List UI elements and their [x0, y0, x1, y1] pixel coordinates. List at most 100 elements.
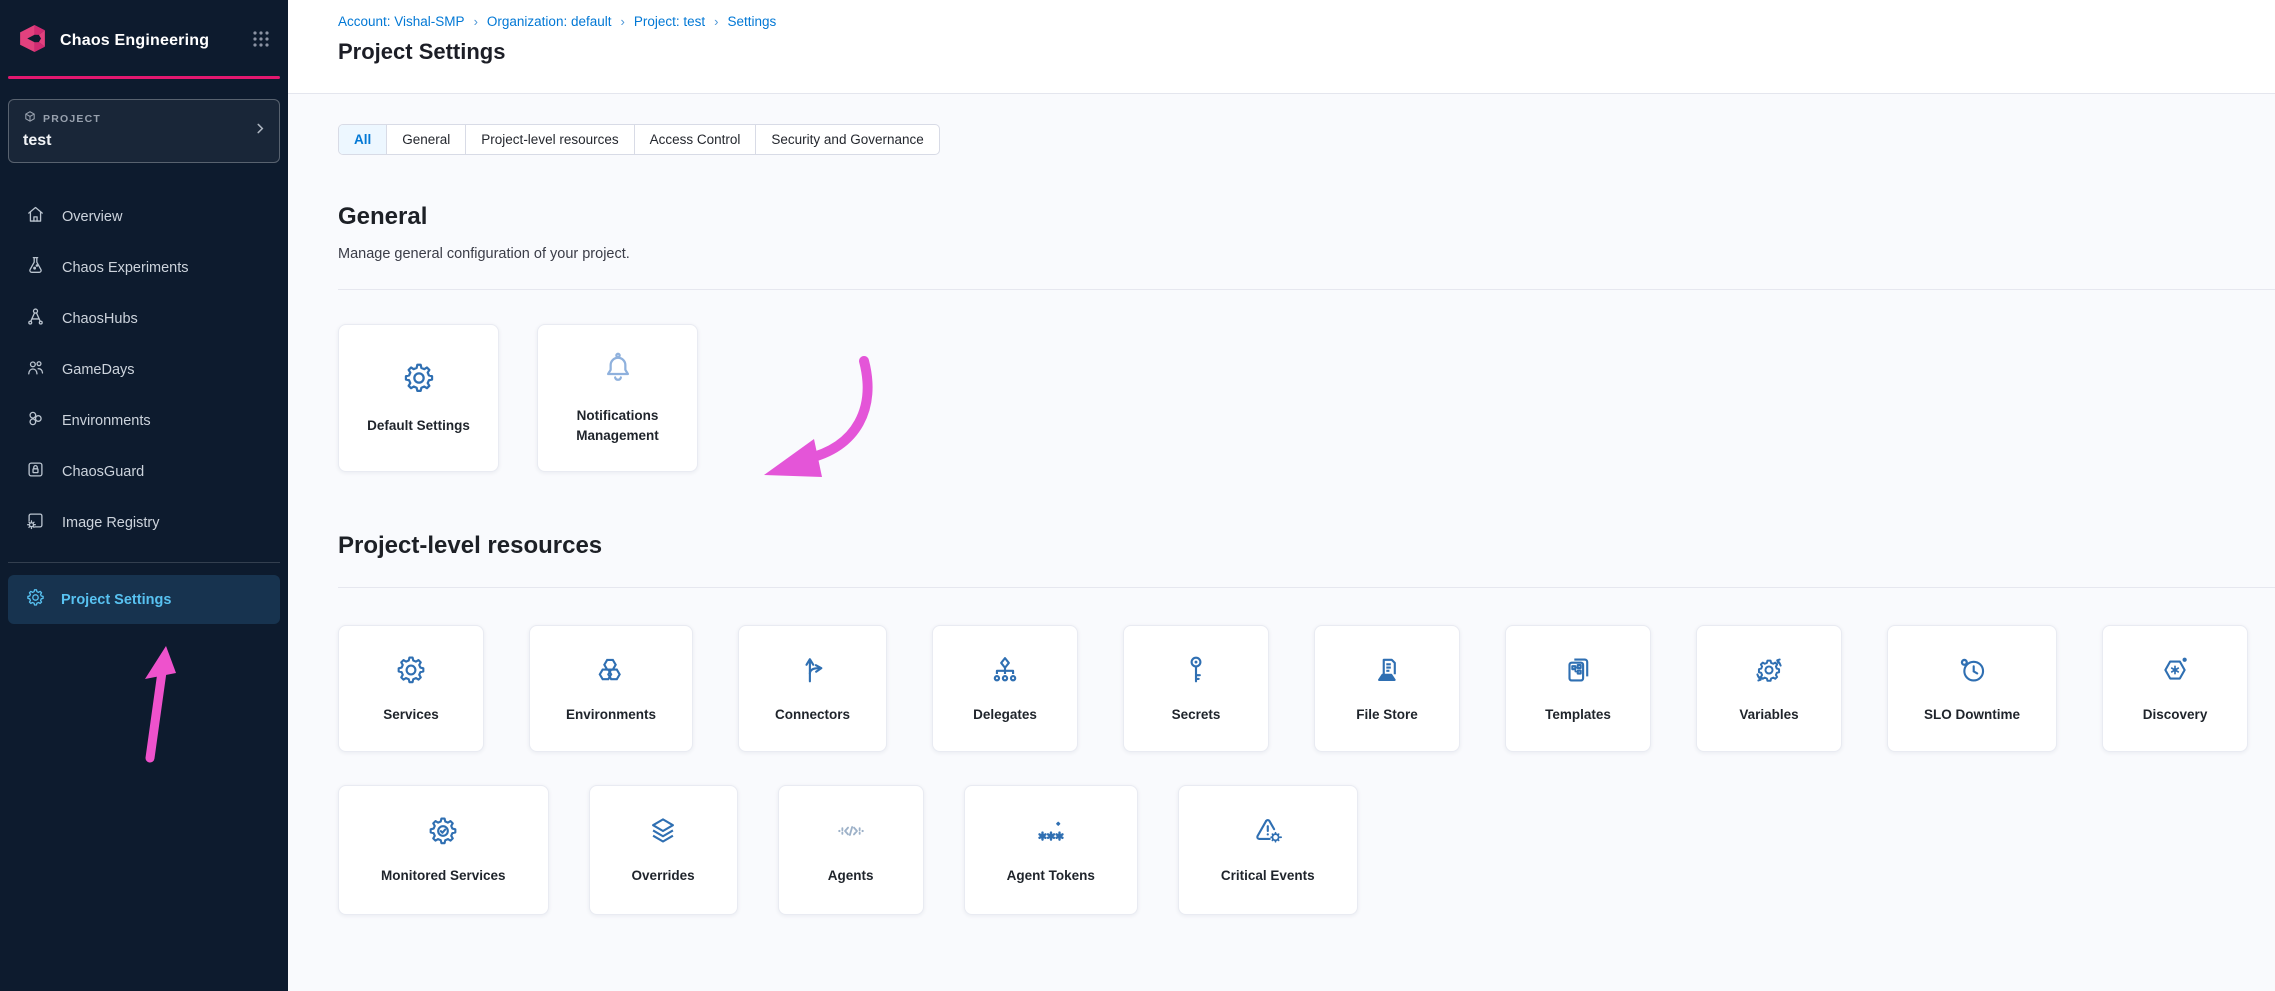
card-label: Agent Tokens [997, 866, 1105, 886]
key-icon [1179, 653, 1213, 692]
sidebar-header: Chaos Engineering [0, 0, 288, 60]
card-label: Discovery [2133, 705, 2218, 725]
card-label: SLO Downtime [1914, 705, 2030, 725]
project-name: test [23, 132, 267, 150]
breadcrumb: Account: Vishal-SMP › Organization: defa… [338, 14, 2275, 29]
resource-cards-row-1: Services Environments [338, 625, 2275, 752]
nodes-icon [25, 306, 46, 331]
card-discovery[interactable]: Discovery [2102, 625, 2248, 752]
card-secrets[interactable]: Secrets [1123, 625, 1269, 752]
sidebar-item-label: ChaosHubs [62, 311, 138, 327]
section-divider [338, 289, 2275, 290]
project-selector[interactable]: PROJECT test [8, 99, 280, 163]
clock-icon [1955, 653, 1989, 692]
breadcrumb-account[interactable]: Account: Vishal-SMP [338, 14, 465, 29]
gear-sync-icon [1752, 653, 1786, 692]
sidebar-item-project-settings[interactable]: Project Settings [8, 575, 280, 624]
card-label: Connectors [765, 705, 860, 725]
sidebar-item-gamedays[interactable]: GameDays [0, 344, 288, 395]
card-services[interactable]: Services [338, 625, 484, 752]
app-window: Chaos Engineering PROJECT test [0, 0, 2275, 991]
sidebar-item-label: GameDays [62, 362, 135, 378]
card-agent-tokens[interactable]: Agent Tokens [964, 785, 1138, 915]
breadcrumb-organization[interactable]: Organization: default [487, 14, 612, 29]
tab-all[interactable]: All [339, 125, 386, 154]
annotation-arrow-up [120, 630, 200, 770]
settings-tabbar: All General Project-level resources Acce… [338, 124, 940, 155]
breadcrumb-settings[interactable]: Settings [727, 14, 776, 29]
layers-icon [646, 814, 680, 853]
tab-security-governance[interactable]: Security and Governance [755, 125, 938, 154]
card-slo-downtime[interactable]: SLO Downtime [1887, 625, 2057, 752]
brand-divider [8, 76, 280, 79]
resource-cards-row-2: Monitored Services Overrides [338, 785, 2275, 915]
card-variables[interactable]: Variables [1696, 625, 1842, 752]
settings-content: All General Project-level resources Acce… [288, 94, 2275, 991]
gear-check-icon [426, 814, 460, 853]
card-delegates[interactable]: Delegates [932, 625, 1078, 752]
rings-icon [594, 653, 628, 692]
module-grid-icon[interactable] [252, 30, 270, 53]
sidebar-item-environments[interactable]: Environments [0, 395, 288, 446]
card-file-store[interactable]: File Store [1314, 625, 1460, 752]
tab-access-control[interactable]: Access Control [634, 125, 756, 154]
card-overrides[interactable]: Overrides [589, 785, 738, 915]
card-templates[interactable]: Templates [1505, 625, 1651, 752]
sidebar-item-image-registry[interactable]: Image Registry [0, 497, 288, 548]
sidebar-item-chaosguard[interactable]: ChaosGuard [0, 446, 288, 497]
section-description-general: Manage general configuration of your pro… [338, 246, 2275, 262]
project-label-row: PROJECT [23, 110, 267, 127]
card-monitored-services[interactable]: Monitored Services [338, 785, 549, 915]
chevron-right-icon [253, 122, 267, 141]
branch-arrow-icon [796, 653, 830, 692]
card-label: Critical Events [1211, 866, 1325, 886]
harness-logo-icon[interactable] [16, 22, 49, 60]
sidebar-item-overview[interactable]: Overview [0, 191, 288, 242]
gear-icon [401, 360, 437, 401]
project-label: PROJECT [43, 113, 101, 125]
section-title-general: General [338, 203, 2275, 231]
breadcrumb-project[interactable]: Project: test [634, 14, 705, 29]
sidebar-divider [8, 562, 280, 563]
general-cards: Default Settings Notifications Managemen… [338, 324, 2275, 472]
card-label: Secrets [1162, 705, 1231, 725]
sidebar-item-chaos-experiments[interactable]: Chaos Experiments [0, 242, 288, 293]
home-icon [25, 204, 46, 229]
tab-general[interactable]: General [386, 125, 465, 154]
code-brackets-icon [834, 814, 868, 853]
card-label: Services [373, 705, 449, 725]
sidebar-item-label: Overview [62, 209, 122, 225]
breadcrumb-separator: › [621, 14, 625, 29]
card-label: Variables [1729, 705, 1808, 725]
card-label: Environments [556, 705, 666, 725]
card-agents[interactable]: Agents [778, 785, 924, 915]
flask-icon [25, 255, 46, 280]
card-label: Agents [818, 866, 884, 886]
bell-icon [600, 350, 636, 391]
section-divider [338, 587, 2275, 588]
gear-icon [25, 587, 46, 612]
stacked-docs-icon [1561, 653, 1595, 692]
card-label: Monitored Services [371, 866, 516, 886]
card-environments[interactable]: Environments [529, 625, 693, 752]
card-label: Default Settings [357, 416, 480, 436]
tab-project-level-resources[interactable]: Project-level resources [465, 125, 633, 154]
card-critical-events[interactable]: Critical Events [1178, 785, 1358, 915]
people-icon [25, 357, 46, 382]
gear-icon [394, 653, 428, 692]
card-label: Delegates [963, 705, 1047, 725]
sidebar-item-label: ChaosGuard [62, 464, 144, 480]
card-notifications-management[interactable]: Notifications Management [537, 324, 698, 472]
sidebar-nav: Overview Chaos Experiments [0, 191, 288, 548]
sidebar-item-chaoshubs[interactable]: ChaosHubs [0, 293, 288, 344]
sidebar-item-label: Chaos Experiments [62, 260, 189, 276]
rings-icon [25, 408, 46, 433]
hexagon-gear-icon [2158, 653, 2192, 692]
card-label: File Store [1346, 705, 1428, 725]
warning-gear-icon [1251, 814, 1285, 853]
lock-icon [25, 459, 46, 484]
card-connectors[interactable]: Connectors [738, 625, 887, 752]
section-title-resources: Project-level resources [338, 532, 2275, 560]
org-tree-icon [988, 653, 1022, 692]
card-default-settings[interactable]: Default Settings [338, 324, 499, 472]
